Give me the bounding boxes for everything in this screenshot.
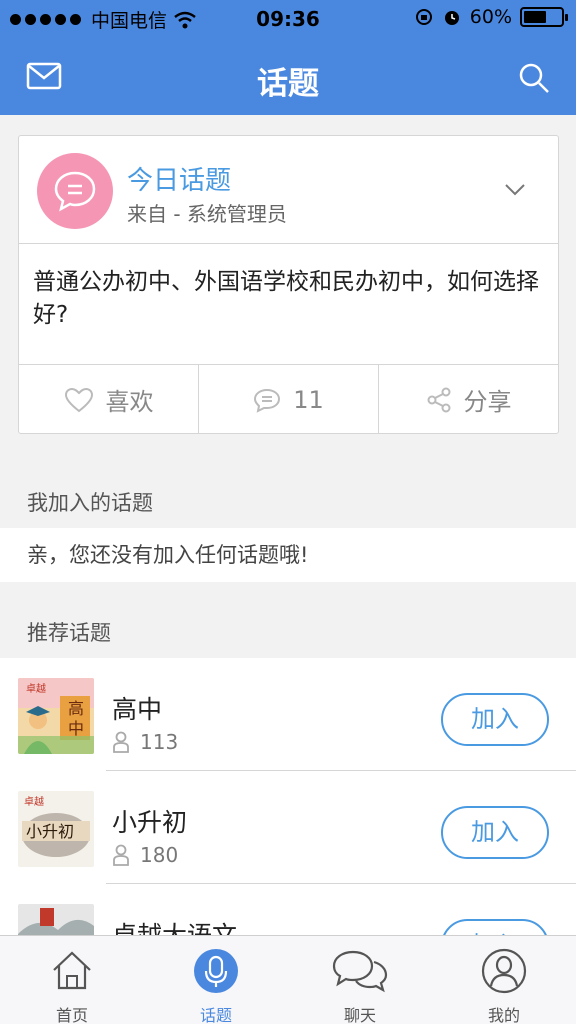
svg-text:小升初: 小升初 (26, 822, 74, 841)
tab-topics[interactable]: 话题 (144, 936, 288, 1024)
comment-icon (254, 388, 281, 413)
chat-bubble-icon (54, 171, 96, 212)
tab-label: 我的 (487, 1006, 520, 1024)
search-icon[interactable] (518, 62, 550, 98)
tab-label: 首页 (55, 1006, 88, 1024)
list-item[interactable]: 卓越大语文 加入 (0, 884, 576, 935)
topic-thumbnail (18, 904, 94, 935)
page-title: 话题 (257, 66, 319, 102)
svg-text:卓越: 卓越 (26, 682, 46, 695)
join-button[interactable]: 加入 (441, 693, 549, 746)
topic-avatar (37, 153, 113, 229)
chevron-down-icon[interactable] (504, 182, 526, 201)
my-topics-empty: 亲，您还没有加入任何话题哦! (0, 528, 576, 582)
svg-text:高: 高 (68, 699, 84, 718)
member-count: 180 (112, 843, 178, 867)
battery-percent: 60% (469, 6, 512, 28)
tab-label: 话题 (199, 1006, 232, 1024)
user-icon (113, 731, 129, 753)
today-topic-header: 今日话题 来自 - 系统管理员 (19, 136, 558, 244)
join-button[interactable]: 加入 (441, 919, 549, 935)
like-button[interactable]: 喜欢 (19, 365, 199, 434)
battery-fill (524, 11, 546, 23)
topic-thumbnail: 卓越 小升初 (18, 791, 94, 867)
today-topic-title: 今日话题 (127, 166, 232, 196)
battery-icon (520, 7, 568, 27)
rotation-lock-icon (415, 9, 432, 25)
today-topic-source: 来自 - 系统管理员 (127, 202, 287, 226)
home-icon (50, 948, 94, 996)
heart-icon (64, 387, 93, 412)
comment-button[interactable]: 11 (199, 365, 379, 434)
recommended-header: 推荐话题 (27, 621, 111, 645)
user-icon (113, 844, 129, 866)
join-button[interactable]: 加入 (441, 806, 549, 859)
share-button[interactable]: 分享 (379, 365, 558, 434)
tab-label: 聊天 (343, 1006, 376, 1024)
recommended-list: 卓越 高 中 高中 113 加入 卓越 小升初 小升初 180 加入 (0, 658, 576, 935)
topic-name: 卓越大语文 (112, 916, 237, 935)
member-count: 113 (112, 730, 178, 754)
like-label: 喜欢 (105, 388, 154, 416)
today-topic-card[interactable]: 今日话题 来自 - 系统管理员 普通公办初中、外国语学校和民办初中，如何选择好?… (18, 135, 559, 434)
tab-bar: 首页 话题 聊天 我的 (0, 935, 576, 1024)
svg-text:卓越: 卓越 (24, 795, 44, 808)
svg-text:中: 中 (68, 719, 84, 738)
today-topic-content[interactable]: 普通公办初中、外国语学校和民办初中，如何选择好? (33, 266, 543, 332)
topic-name: 高中 (112, 695, 163, 724)
list-item[interactable]: 卓越 高 中 高中 113 加入 (0, 658, 576, 771)
status-right: 60% (414, 6, 568, 28)
tab-home[interactable]: 首页 (0, 936, 144, 1024)
today-topic-actions: 喜欢 11 分享 (19, 364, 558, 434)
my-topics-header: 我加入的话题 (27, 491, 153, 515)
status-bar: 中国电信 09:36 60% (0, 0, 576, 38)
alarm-icon (444, 11, 459, 25)
share-label: 分享 (463, 388, 512, 416)
microphone-icon (193, 948, 239, 998)
tab-me[interactable]: 我的 (432, 936, 576, 1024)
share-icon (427, 387, 450, 412)
list-item[interactable]: 卓越 小升初 小升初 180 加入 (0, 771, 576, 884)
topic-thumbnail: 卓越 高 中 (18, 678, 94, 754)
chat-bubbles-icon (331, 948, 389, 998)
member-count-value: 113 (140, 730, 179, 754)
profile-icon (481, 948, 527, 998)
member-count-value: 180 (140, 843, 179, 867)
topic-name: 小升初 (112, 808, 188, 837)
nav-bar: 话题 (0, 38, 576, 115)
comment-count: 11 (293, 385, 324, 414)
tab-chat[interactable]: 聊天 (288, 936, 432, 1024)
